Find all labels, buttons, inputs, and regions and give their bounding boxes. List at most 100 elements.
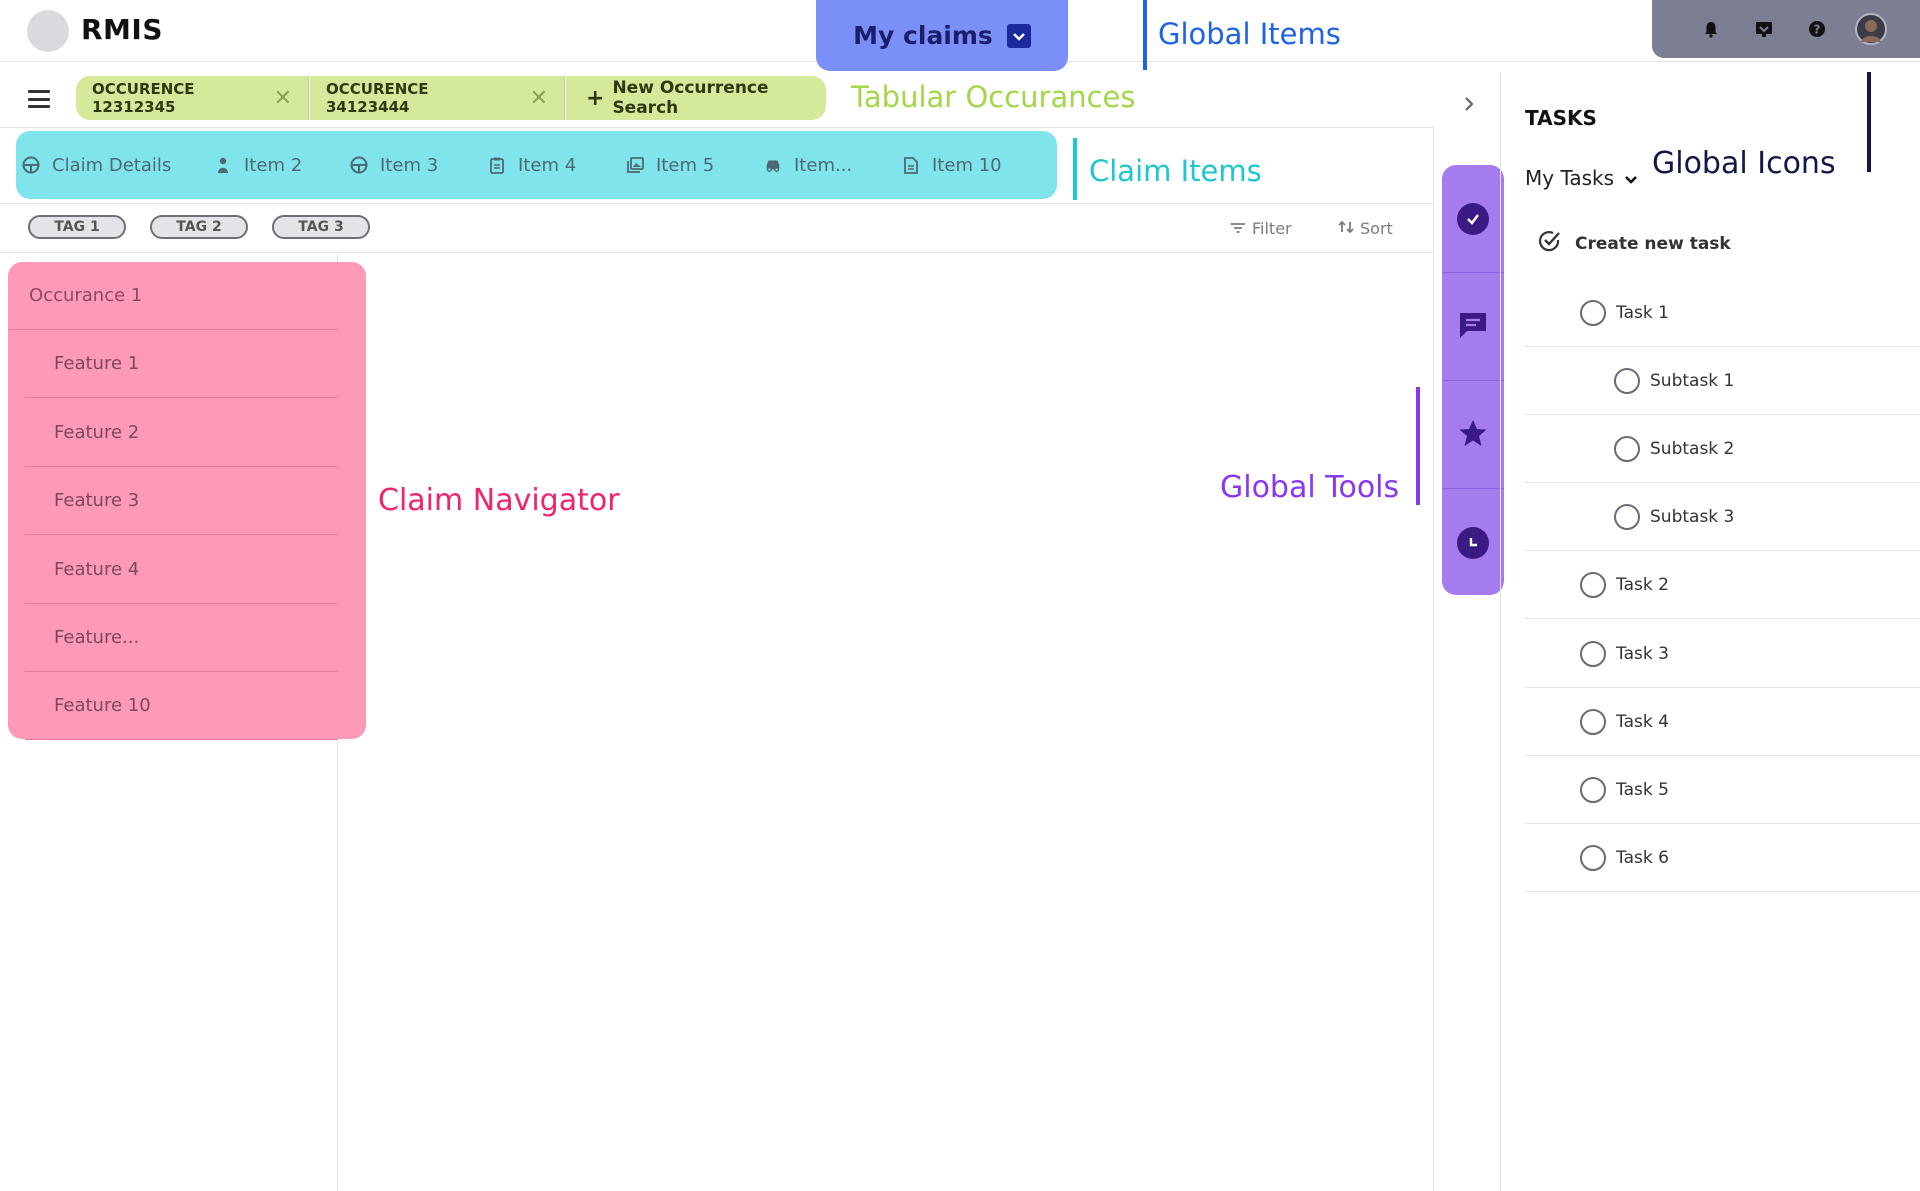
task-item[interactable]: Task 1	[1525, 279, 1920, 347]
document-icon	[902, 156, 920, 174]
filter-button[interactable]: Filter	[1230, 219, 1292, 238]
inbox-icon[interactable]	[1750, 15, 1778, 43]
chevron-down-icon	[1006, 23, 1031, 48]
filter-icon	[1230, 219, 1246, 238]
create-new-task-button[interactable]: Create new task	[1537, 228, 1731, 259]
claim-item-more[interactable]: Item...	[758, 155, 896, 176]
navigator-feature-item[interactable]: Feature 2	[25, 399, 338, 467]
claim-items-bar: Claim Details Item 2 Item 3 Item 4 Item …	[16, 131, 1057, 199]
claim-item-10[interactable]: Item 10	[896, 155, 1034, 176]
occurrence-tab[interactable]: OCCURENCE 12312345 ✕	[76, 76, 309, 120]
bell-icon[interactable]	[1697, 15, 1725, 43]
claim-item-4[interactable]: Item 4	[482, 155, 620, 176]
claim-item-2[interactable]: Item 2	[208, 155, 344, 176]
task-checkbox[interactable]	[1580, 299, 1606, 326]
feature-label: Feature 10	[54, 695, 151, 716]
claim-item-label: Item 10	[932, 154, 1002, 176]
claim-navigator-annotation: Claim Navigator	[378, 483, 620, 518]
task-item[interactable]: Task 6	[1525, 824, 1920, 892]
steering-wheel-icon	[22, 156, 40, 174]
navigator-feature-item[interactable]: Feature 3	[25, 467, 338, 535]
person-icon	[214, 156, 232, 174]
help-icon[interactable]: ?	[1803, 15, 1831, 43]
check-circle-icon	[1537, 228, 1563, 259]
navigator-occurrence-item[interactable]: Occurance 1	[8, 262, 338, 330]
task-label: Subtask 2	[1650, 438, 1735, 459]
close-icon[interactable]: ✕	[274, 86, 292, 111]
my-claims-dropdown[interactable]: My claims	[816, 0, 1068, 71]
tag-chip[interactable]: TAG 2	[150, 215, 248, 239]
sort-icon	[1338, 219, 1354, 238]
claim-item-claim-details[interactable]: Claim Details	[16, 155, 208, 176]
steering-wheel-icon	[350, 156, 368, 174]
claim-items-annotation: Claim Items	[1089, 154, 1262, 188]
claim-item-label: Item 3	[380, 154, 439, 176]
global-icons-divider	[1867, 72, 1871, 172]
task-item[interactable]: Task 5	[1525, 756, 1920, 824]
task-checkbox[interactable]	[1580, 776, 1606, 803]
task-label: Task 1	[1616, 302, 1669, 323]
feature-label: Feature 4	[54, 559, 140, 580]
task-checkbox[interactable]	[1614, 435, 1640, 462]
subtask-item[interactable]: Subtask 2	[1525, 415, 1920, 483]
tabular-occurrences-annotation: Tabular Occurances	[851, 80, 1136, 114]
clock-icon	[1457, 527, 1489, 559]
menu-icon[interactable]	[28, 90, 50, 108]
task-item[interactable]: Task 2	[1525, 551, 1920, 619]
app-title: RMIS	[81, 13, 164, 46]
my-tasks-dropdown[interactable]: My Tasks	[1525, 166, 1638, 190]
sort-label: Sort	[1360, 219, 1393, 238]
tool-favorites[interactable]	[1442, 381, 1504, 489]
app-logo[interactable]	[27, 10, 69, 52]
claim-item-5[interactable]: Item 5	[620, 155, 758, 176]
subtask-item[interactable]: Subtask 1	[1525, 347, 1920, 415]
chat-icon	[1458, 310, 1488, 344]
task-checkbox[interactable]	[1580, 844, 1606, 871]
claim-item-label: Claim Details	[52, 154, 172, 176]
task-checkbox[interactable]	[1614, 503, 1640, 530]
sort-button[interactable]: Sort	[1338, 219, 1393, 238]
global-tools-rail	[1442, 165, 1504, 595]
task-label: Subtask 3	[1650, 506, 1735, 527]
navigator-feature-item[interactable]: Feature 1	[25, 330, 338, 398]
navigator-feature-item[interactable]: Feature...	[25, 604, 338, 672]
claim-item-3[interactable]: Item 3	[344, 155, 482, 176]
claim-item-label: Item...	[794, 154, 853, 176]
my-tasks-label: My Tasks	[1525, 166, 1615, 190]
tool-chat[interactable]	[1442, 273, 1504, 381]
task-label: Task 4	[1616, 711, 1669, 732]
occurrence-tab[interactable]: OCCURENCE 34123444 ✕	[310, 76, 565, 120]
tool-tasks[interactable]	[1442, 165, 1504, 273]
new-occurrence-search-button[interactable]: + New Occurrence Search	[566, 76, 826, 120]
task-item[interactable]: Task 3	[1525, 620, 1920, 688]
task-label: Task 3	[1616, 643, 1669, 664]
global-items-divider	[1143, 0, 1147, 70]
task-checkbox[interactable]	[1614, 367, 1640, 394]
feature-label: Feature 3	[54, 490, 140, 511]
navigator-feature-item[interactable]: Feature 10	[25, 672, 338, 740]
tool-history[interactable]	[1442, 489, 1504, 597]
task-label: Subtask 1	[1650, 370, 1735, 391]
task-checkbox[interactable]	[1580, 571, 1606, 598]
task-item[interactable]: Task 4	[1525, 688, 1920, 756]
navigator-feature-item[interactable]: Feature 4	[25, 536, 338, 604]
user-avatar[interactable]	[1855, 13, 1887, 45]
task-label: Task 5	[1616, 779, 1669, 800]
task-checkbox[interactable]	[1580, 708, 1606, 735]
tag-chip[interactable]: TAG 1	[28, 215, 126, 239]
claim-item-label: Item 4	[518, 154, 577, 176]
occurrence-tab-label: OCCURENCE 12312345	[92, 80, 195, 116]
claim-item-label: Item 2	[244, 154, 303, 176]
task-checkbox[interactable]	[1580, 640, 1606, 667]
tag-chip[interactable]: TAG 3	[272, 215, 370, 239]
global-tools-divider	[1416, 387, 1420, 505]
clipboard-icon	[488, 156, 506, 174]
my-claims-label: My claims	[853, 21, 993, 50]
subtask-item[interactable]: Subtask 3	[1525, 483, 1920, 551]
occurrence-tab-label: OCCURENCE 34123444	[326, 80, 429, 116]
tasks-title: TASKS	[1525, 106, 1597, 130]
task-label: Task 2	[1616, 574, 1669, 595]
svg-text:?: ?	[1814, 23, 1821, 37]
chevron-right-icon[interactable]	[1462, 94, 1476, 120]
close-icon[interactable]: ✕	[530, 86, 548, 111]
